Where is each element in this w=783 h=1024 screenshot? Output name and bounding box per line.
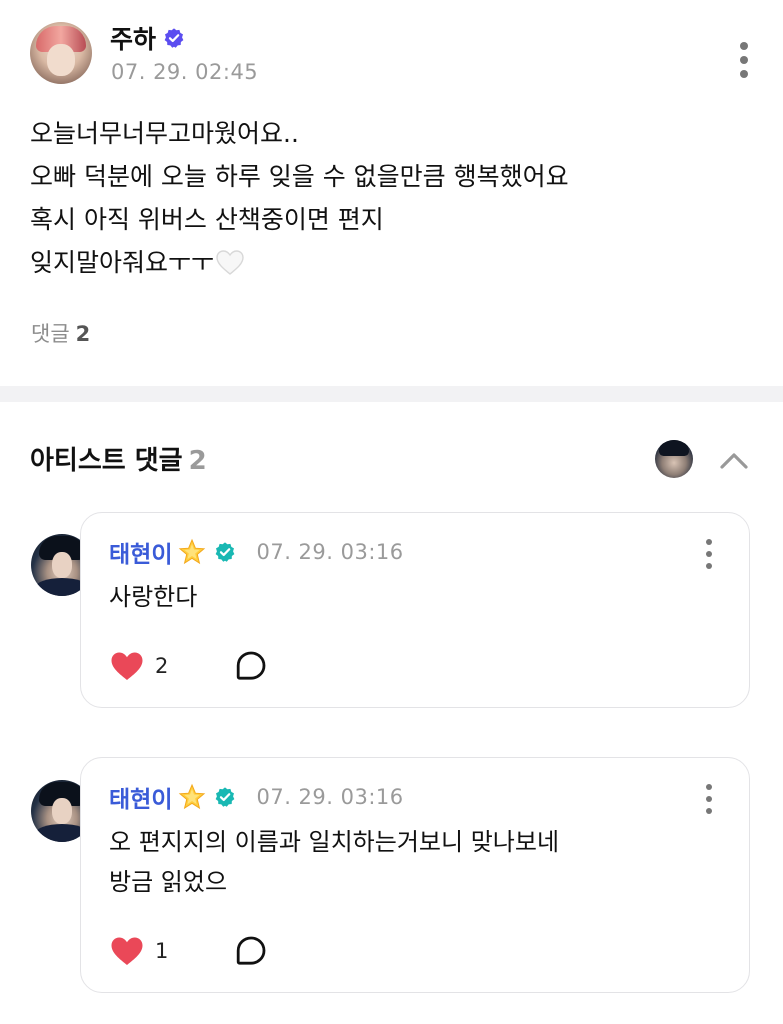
post-author-avatar[interactable]: [30, 22, 92, 84]
chevron-up-icon[interactable]: [718, 449, 750, 471]
artist-comments-header: 아티스트 댓글 2: [30, 440, 207, 477]
reply-bubble-icon[interactable]: [234, 649, 268, 683]
like-button[interactable]: 1: [109, 935, 168, 967]
avatar-face: [52, 552, 72, 578]
comment-more-icon[interactable]: [703, 539, 715, 569]
comment-timestamp: 07. 29. 03:16: [256, 785, 404, 809]
comment-author-name[interactable]: 태현이: [109, 780, 172, 814]
verified-badge-icon: [216, 787, 235, 807]
comment-header: 태현이 07. 29. 03:16: [109, 535, 404, 569]
comments-label: 댓글: [31, 322, 70, 346]
comment-more-icon[interactable]: [703, 784, 715, 814]
comment-author-name[interactable]: 태현이: [109, 535, 172, 569]
post: 주하 07. 29. 02:45 오늘너무너무고마웠어요.. 오빠 덕분에 오늘…: [0, 0, 783, 386]
heart-icon: [111, 652, 143, 680]
artist-avatar[interactable]: [655, 440, 693, 478]
post-body-line: 잊지말아줘요ㅜㅜ: [30, 248, 215, 277]
verified-badge-icon: [164, 28, 184, 48]
comment-header: 태현이 07. 29. 03:16: [109, 780, 404, 814]
heart-icon: [111, 937, 143, 965]
star-icon: [179, 538, 206, 565]
reply-bubble-icon[interactable]: [234, 934, 268, 968]
comment-text-line: 방금 읽었으: [109, 868, 228, 896]
comment-text-line: 사랑한다: [109, 583, 198, 611]
post-body: 오늘너무너무고마웠어요.. 오빠 덕분에 오늘 하루 잊을 수 없을만큼 행복했…: [30, 112, 750, 284]
comment-text: 오 편지지의 이름과 일치하는거보니 맞나보네 방금 읽었으: [109, 822, 709, 902]
section-divider: [0, 386, 783, 402]
artist-comments-title: 아티스트 댓글: [30, 446, 183, 476]
like-button[interactable]: 2: [109, 650, 168, 682]
comment-text: 사랑한다: [109, 577, 709, 617]
comment-text-line: 오 편지지의 이름과 일치하는거보니 맞나보네: [109, 828, 560, 856]
like-count: 1: [155, 939, 169, 963]
post-author: 주하: [110, 20, 185, 56]
comment-card: 태현이 07. 29. 03:16 오 편지지의 이름과 일치하는거보니 맞나보…: [80, 757, 750, 993]
post-body-line: 오빠 덕분에 오늘 하루 잊을 수 없을만큼 행복했어요: [30, 162, 569, 191]
post-author-name[interactable]: 주하: [110, 20, 156, 56]
post-body-line: 오늘너무너무고마웠어요..: [30, 119, 299, 148]
comment-actions: 2: [109, 649, 268, 683]
post-comment-count[interactable]: 댓글 2: [31, 318, 90, 348]
star-icon: [179, 783, 206, 810]
artist-comments-count: 2: [188, 446, 207, 476]
verified-badge-icon: [216, 542, 235, 562]
comment-actions: 1: [109, 934, 268, 968]
avatar-hair: [659, 440, 689, 456]
comments-count: 2: [75, 322, 91, 346]
avatar-face: [47, 44, 75, 76]
post-body-line: 혹시 아직 위버스 산책중이면 편지: [30, 205, 384, 234]
avatar-face: [52, 798, 72, 824]
white-heart-icon: [216, 250, 244, 275]
comment-card: 태현이 07. 29. 03:16 사랑한다 2: [80, 512, 750, 708]
post-timestamp: 07. 29. 02:45: [111, 60, 259, 84]
like-count: 2: [155, 654, 169, 678]
comment-timestamp: 07. 29. 03:16: [256, 540, 404, 564]
post-body-line-with-emoji: 잊지말아줘요ㅜㅜ: [30, 241, 750, 284]
post-more-icon[interactable]: [738, 42, 750, 78]
